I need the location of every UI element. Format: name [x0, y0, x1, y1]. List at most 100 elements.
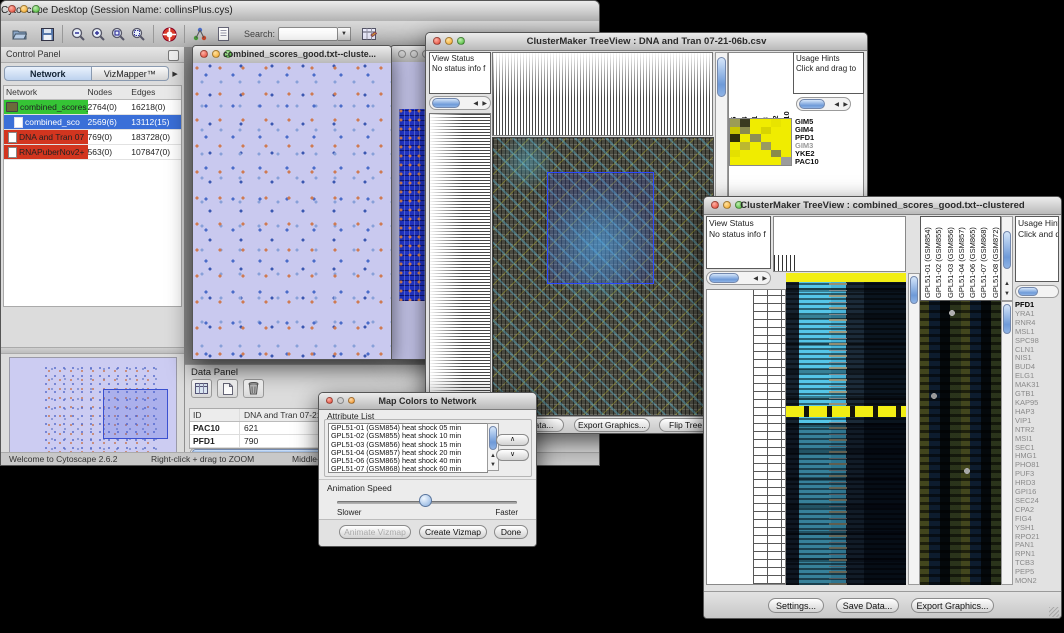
minimize-button[interactable]	[20, 5, 28, 13]
gene-label[interactable]: PAN1	[1015, 541, 1061, 550]
scroll-right-icon[interactable]	[843, 101, 848, 109]
attribute-browser-icon[interactable]	[359, 25, 379, 43]
gene-label[interactable]: SEC24	[1015, 497, 1061, 506]
export-graphics-button[interactable]: Export Graphics...	[911, 598, 994, 613]
animate-vizmap-button[interactable]: Animate Vizmap	[339, 525, 411, 539]
heatmap-selection-rect[interactable]	[547, 172, 654, 284]
gene-label[interactable]: GIM5	[795, 118, 855, 126]
scroll-right-icon[interactable]	[762, 275, 767, 283]
column-labels-vscrollbar[interactable]	[1001, 216, 1013, 301]
tab-network[interactable]: Network	[4, 66, 92, 81]
scroll-left-icon[interactable]	[473, 100, 478, 108]
scroll-left-icon[interactable]	[753, 275, 758, 283]
gene-label[interactable]: HMG1	[1015, 452, 1061, 461]
zoom-out-button[interactable]	[68, 25, 88, 43]
array-dendrogram[interactable]	[492, 52, 713, 136]
tab-vizmapper[interactable]: VizMapper™	[92, 66, 170, 81]
scroll-thumb[interactable]	[1003, 231, 1011, 269]
gene-label[interactable]: GIM3	[795, 142, 855, 150]
gene-label[interactable]: PEP5	[1015, 568, 1061, 577]
gene-label[interactable]: BUD4	[1015, 363, 1061, 372]
close-button[interactable]	[398, 50, 406, 58]
scroll-up-icon[interactable]	[1004, 280, 1010, 288]
network-canvas[interactable]	[193, 63, 391, 359]
column-label[interactable]: GPL51-07 (GSM868)	[979, 219, 990, 298]
scroll-down-icon[interactable]	[1004, 290, 1010, 298]
column-label[interactable]: GPL51-01 (GSM854)	[923, 219, 934, 298]
float-panel-icon[interactable]	[168, 50, 179, 61]
col-edges[interactable]: Edges	[131, 86, 181, 99]
gene-dendrogram[interactable]	[706, 289, 786, 585]
minimize-button[interactable]	[410, 50, 418, 58]
main-titlebar[interactable]: Cytoscape Desktop (Session Name: collins…	[1, 1, 599, 22]
gene-label[interactable]: PAC10	[795, 158, 855, 166]
network-overview[interactable]	[9, 357, 177, 463]
network-row[interactable]: DNA and Tran 07 769(0) 183728(0)	[4, 130, 181, 145]
search-input[interactable]	[278, 27, 338, 41]
delete-attribute-button[interactable]	[243, 379, 264, 398]
gene-label[interactable]: KAP95	[1015, 399, 1061, 408]
create-vizmap-button[interactable]: Create Vizmap	[419, 525, 487, 539]
select-attributes-button[interactable]	[191, 379, 212, 398]
network-row-selected[interactable]: combined_sco 2569(6) 13112(15)	[4, 115, 181, 130]
column-label[interactable]: GPL51-03 (GSM856)	[946, 219, 957, 298]
treeview2-window[interactable]: ClusterMaker TreeView : combined_scores_…	[703, 196, 1062, 619]
gene-label[interactable]: YKE2	[795, 150, 855, 158]
gene-label[interactable]: SPC98	[1015, 337, 1061, 346]
usage-hscrollbar[interactable]	[1015, 285, 1059, 298]
overview-viewport-rect[interactable]	[103, 389, 168, 439]
scroll-thumb[interactable]	[717, 57, 726, 97]
gene-label[interactable]: GTB1	[1015, 390, 1061, 399]
gene-label[interactable]: MSI1	[1015, 435, 1061, 444]
gene-label[interactable]: CLN1	[1015, 346, 1061, 355]
column-label[interactable]: GPL51-04 (GSM857)	[957, 219, 968, 298]
col-nodes[interactable]: Nodes	[88, 86, 132, 99]
detail-vscrollbar[interactable]	[1001, 301, 1013, 585]
open-session-button[interactable]	[9, 25, 29, 43]
gene-label[interactable]: RPO21	[1015, 533, 1061, 542]
save-session-button[interactable]	[37, 25, 57, 43]
scroll-thumb[interactable]	[432, 98, 460, 108]
scroll-thumb[interactable]	[1003, 304, 1011, 334]
gene-label[interactable]: FIG4	[1015, 515, 1061, 524]
gene-label[interactable]: NIS1	[1015, 354, 1061, 363]
move-up-button[interactable]: ∧	[496, 434, 529, 446]
gene-label[interactable]: TCB3	[1015, 559, 1061, 568]
gene-label[interactable]: PFD1	[795, 134, 855, 142]
gene-label[interactable]: RNR4	[1015, 319, 1061, 328]
global-vscrollbar[interactable]	[908, 273, 920, 585]
gene-label[interactable]: YSH1	[1015, 524, 1061, 533]
network-window-titlebar[interactable]: combined_scores_good.txt--cluste...	[193, 46, 391, 64]
gene-label[interactable]: MON2	[1015, 577, 1061, 586]
treeview2-titlebar[interactable]: ClusterMaker TreeView : combined_scores_…	[704, 197, 1061, 215]
attribute-list[interactable]: GPL51-01 (GSM854) heat shock 05 minGPL51…	[328, 423, 488, 473]
scroll-thumb[interactable]	[709, 273, 739, 283]
gene-label[interactable]: PUF3	[1015, 470, 1061, 479]
gene-label[interactable]: MSL1	[1015, 328, 1061, 337]
zoom-button[interactable]	[32, 5, 40, 13]
dialog-titlebar[interactable]: Map Colors to Network	[319, 393, 536, 410]
attribute-item[interactable]: GPL51-07 (GSM868) heat shock 60 min	[329, 465, 487, 473]
heatmap-global-view[interactable]	[492, 137, 714, 416]
gene-label[interactable]: NTR2	[1015, 426, 1061, 435]
network-row[interactable]: combined_scores_ 2764(0) 16218(0)	[4, 100, 181, 115]
gene-label[interactable]: MAK31	[1015, 381, 1061, 390]
zoom-in-button[interactable]	[88, 25, 108, 43]
gene-label[interactable]: RPN1	[1015, 550, 1061, 559]
treeview1-titlebar[interactable]: ClusterMaker TreeView : DNA and Tran 07-…	[426, 33, 867, 51]
gene-label[interactable]: GPI16	[1015, 488, 1061, 497]
gene-label[interactable]: VIP1	[1015, 417, 1061, 426]
network-view-window[interactable]: combined_scores_good.txt--cluste...	[192, 45, 392, 360]
help-lifering-icon[interactable]	[159, 25, 179, 43]
gene-dendrogram[interactable]	[429, 113, 491, 416]
scroll-down-icon[interactable]	[490, 461, 496, 469]
move-down-button[interactable]: ∨	[496, 449, 529, 461]
array-dendrogram[interactable]	[773, 216, 906, 272]
save-data-button[interactable]: Save Data...	[836, 598, 899, 613]
settings-button[interactable]: Settings...	[768, 598, 824, 613]
annotation-icon[interactable]	[214, 25, 234, 43]
gene-label[interactable]: PHO81	[1015, 461, 1061, 470]
gene-label[interactable]: HRD3	[1015, 479, 1061, 488]
vizmapper-icon[interactable]	[190, 25, 210, 43]
detail-hscrollbar[interactable]	[796, 97, 851, 111]
